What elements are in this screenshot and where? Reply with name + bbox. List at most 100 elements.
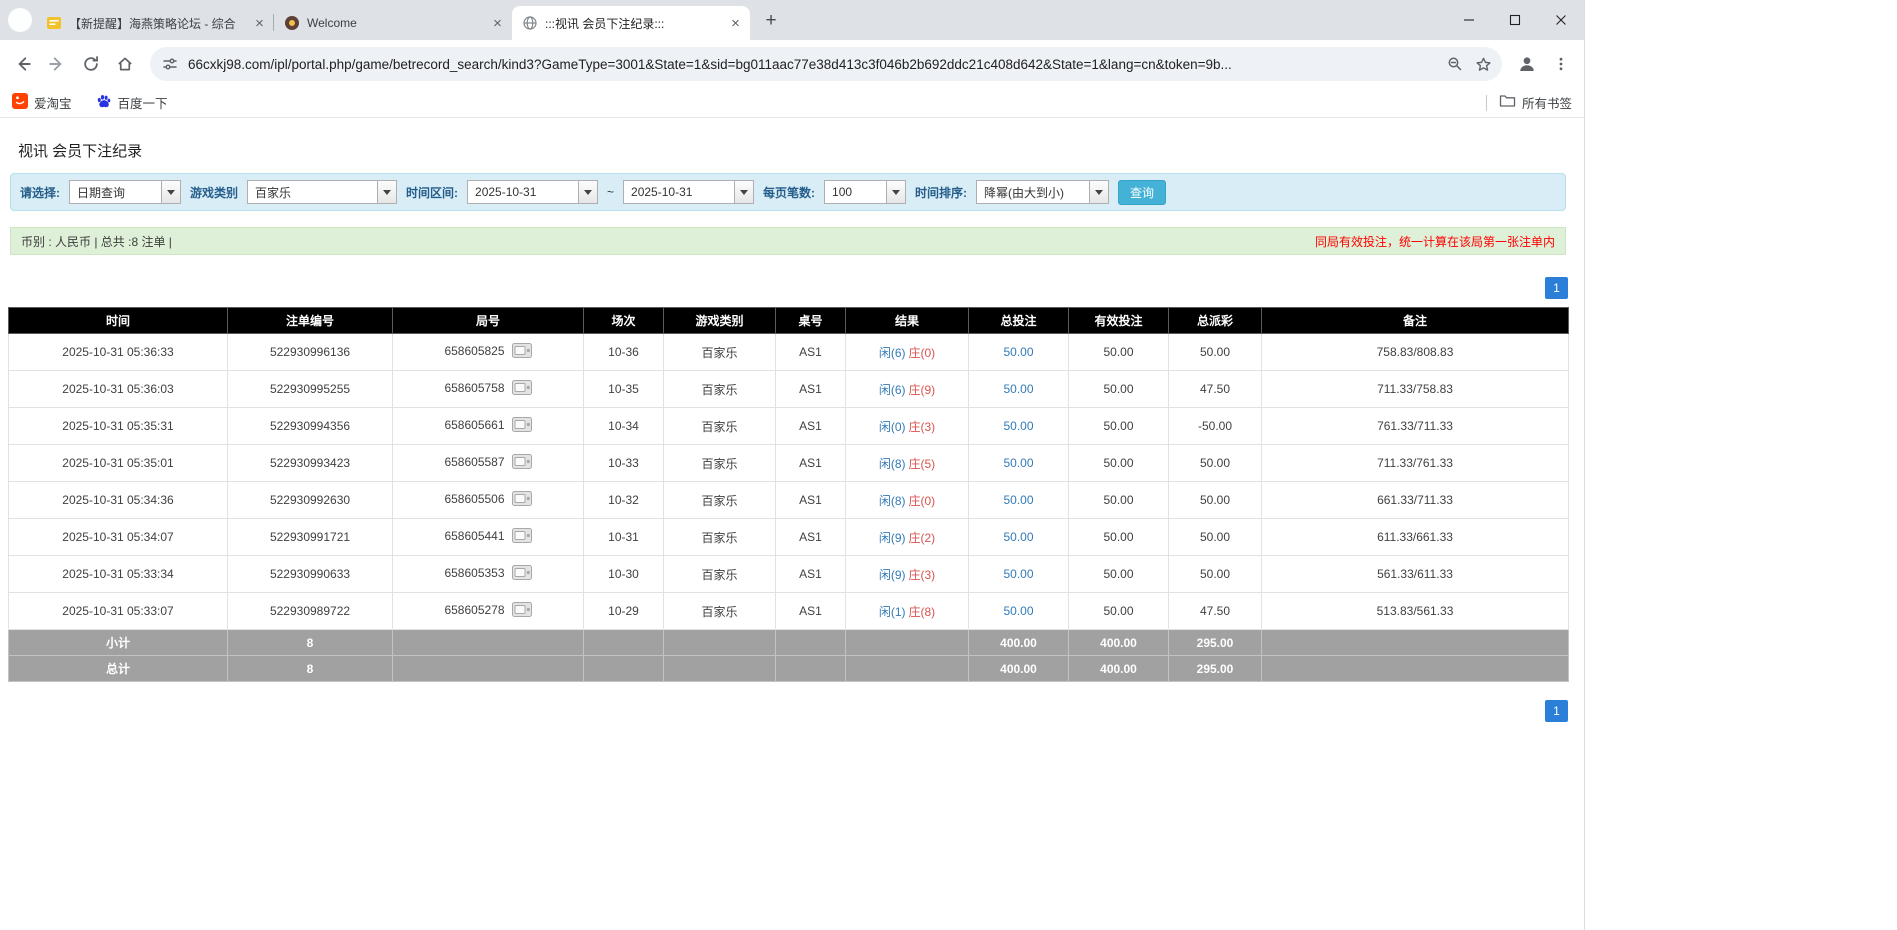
cell-round: 658605758 [392, 370, 584, 408]
tab-close-icon[interactable]: × [727, 15, 744, 32]
replay-video-icon[interactable] [511, 602, 532, 620]
profile-avatar-icon[interactable] [1510, 47, 1544, 81]
cell-time: 2025-10-31 05:36:03 [8, 370, 228, 408]
cell-bet-id: 522930992630 [227, 481, 393, 519]
cell-time: 2025-10-31 05:34:07 [8, 518, 228, 556]
chevron-down-icon[interactable] [886, 181, 906, 203]
replay-video-icon[interactable] [511, 380, 532, 398]
cell-note: 661.33/711.33 [1261, 481, 1569, 519]
replay-video-icon[interactable] [511, 491, 532, 509]
bookmark-taobao[interactable]: 爱淘宝 [12, 93, 72, 112]
total-bet-link[interactable]: 50.00 [1003, 382, 1033, 396]
column-header: 桌号 [775, 307, 846, 334]
minimize-button[interactable] [1446, 0, 1492, 40]
cell-game-type: 百家乐 [663, 518, 776, 556]
menu-dots-icon[interactable] [1544, 47, 1578, 81]
home-button[interactable] [108, 47, 142, 81]
bookmark-baidu[interactable]: 百度一下 [96, 93, 168, 112]
result-banker: 庄(5) [908, 456, 936, 471]
column-header: 时间 [8, 307, 228, 334]
total-bet-link[interactable]: 50.00 [1003, 419, 1033, 433]
maximize-button[interactable] [1492, 0, 1538, 40]
result-player: 闲(8) [878, 456, 906, 471]
cell-table-number: AS1 [775, 370, 846, 408]
page-1-button[interactable]: 1 [1545, 700, 1568, 722]
column-header: 场次 [583, 307, 664, 334]
zoom-icon[interactable] [1441, 50, 1469, 78]
cell-round: 658605506 [392, 481, 584, 519]
bookmark-star-icon[interactable] [1469, 50, 1497, 78]
replay-video-icon[interactable] [511, 528, 532, 546]
time-range-label: 时间区间: [406, 185, 459, 200]
tab-title: 【新提醒】海燕策略论坛 - 综合 [69, 16, 236, 31]
sort-select[interactable]: 降幂(由大到小) [976, 180, 1110, 204]
per-page-label: 每页笔数: [763, 185, 816, 200]
search-button[interactable]: 查询 [1118, 179, 1167, 205]
chevron-down-icon[interactable] [1089, 181, 1109, 203]
all-bookmarks-button[interactable]: 所有书签 [1485, 93, 1572, 113]
date-from-select[interactable]: 2025-10-31 [467, 180, 599, 204]
tab-welcome[interactable]: Welcome × [274, 6, 512, 40]
replay-video-icon[interactable] [511, 343, 532, 361]
table-row: 2025-10-31 05:33:07 522930989722 6586052… [8, 592, 1569, 630]
close-window-button[interactable] [1538, 0, 1584, 40]
chevron-down-icon[interactable] [734, 181, 754, 203]
taobao-icon [12, 93, 28, 112]
bet-table-body: 2025-10-31 05:36:33 522930996136 6586058… [8, 333, 1569, 630]
query-type-value: 日期查询 [77, 185, 126, 200]
cell-valid-bet: 50.00 [1068, 592, 1169, 630]
cell-valid-bet: 50.00 [1068, 370, 1169, 408]
page-1-button[interactable]: 1 [1545, 277, 1568, 299]
per-page-select[interactable]: 100 [824, 180, 907, 204]
cell-valid-bet: 50.00 [1068, 518, 1169, 556]
table-row: 2025-10-31 05:36:33 522930996136 6586058… [8, 333, 1569, 371]
cell-time: 2025-10-31 05:34:36 [8, 481, 228, 519]
site-info-icon[interactable] [162, 56, 178, 72]
notice-text: 同局有效投注，统一计算在该局第一张注单内 [1314, 234, 1555, 249]
cell-total-bet: 50.00 [968, 444, 1069, 482]
result-player: 闲(6) [878, 382, 906, 397]
back-button[interactable] [6, 47, 40, 81]
column-header: 总投注 [968, 307, 1069, 334]
replay-video-icon[interactable] [511, 417, 532, 435]
tab-forum[interactable]: 【新提醒】海燕策略论坛 - 综合 × [36, 6, 274, 40]
cell-note: 611.33/661.33 [1261, 518, 1569, 556]
tab-betrecord-active[interactable]: :::视讯 会员下注纪录::: × [512, 6, 750, 40]
round-number: 658605441 [444, 529, 505, 544]
select-label: 请选择: [20, 185, 60, 200]
result-player: 闲(9) [878, 530, 906, 545]
cell-session: 10-36 [583, 333, 664, 371]
total-bet-link[interactable]: 50.00 [1003, 493, 1033, 507]
game-type-select[interactable]: 百家乐 [247, 180, 398, 204]
tab-search-button[interactable] [8, 8, 32, 32]
cell-game-type: 百家乐 [663, 592, 776, 630]
cell-payout: -50.00 [1168, 407, 1262, 445]
replay-video-icon[interactable] [511, 454, 532, 472]
query-type-select[interactable]: 日期查询 [69, 180, 181, 204]
chevron-down-icon[interactable] [377, 181, 397, 203]
date-to-select[interactable]: 2025-10-31 [623, 180, 755, 204]
replay-video-icon[interactable] [511, 565, 532, 583]
total-bet-link[interactable]: 50.00 [1003, 604, 1033, 618]
chevron-down-icon[interactable] [161, 181, 180, 203]
reload-button[interactable] [74, 47, 108, 81]
cell-result: 闲(8) 庄(0) [845, 481, 969, 519]
total-bet-link[interactable]: 50.00 [1003, 530, 1033, 544]
total-label: 总计 [8, 655, 228, 682]
round-number: 658605506 [444, 492, 505, 507]
tab-close-icon[interactable]: × [489, 15, 506, 32]
cell-bet-id: 522930995255 [227, 370, 393, 408]
total-bet-link[interactable]: 50.00 [1003, 345, 1033, 359]
bookmark-label: 爱淘宝 [34, 97, 72, 111]
cell-valid-bet: 50.00 [1068, 481, 1169, 519]
tab-close-icon[interactable]: × [251, 15, 268, 32]
sort-label: 时间排序: [915, 185, 968, 200]
forward-button[interactable] [40, 47, 74, 81]
cell-payout: 50.00 [1168, 518, 1262, 556]
total-bet-link[interactable]: 50.00 [1003, 567, 1033, 581]
total-bet-link[interactable]: 50.00 [1003, 456, 1033, 470]
url-bar[interactable]: 66cxkj98.com/ipl/portal.php/game/betreco… [150, 47, 1502, 81]
cell-note: 513.83/561.33 [1261, 592, 1569, 630]
chevron-down-icon[interactable] [578, 181, 598, 203]
new-tab-button[interactable]: + [757, 7, 785, 35]
